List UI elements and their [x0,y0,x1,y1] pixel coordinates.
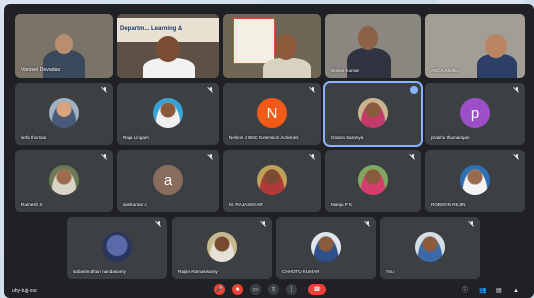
info-icon[interactable]: ⓘ [462,285,468,294]
more-options-icon[interactable]: ⋮ [286,284,297,295]
participant-tile[interactable]: Manju P K [325,150,421,212]
participant-name: Nelson J BNC Extension Activities [229,135,299,140]
participant-name: You [386,269,394,274]
activities-icon[interactable]: ▲ [513,288,519,294]
mic-off-icon[interactable]: 🎤 [214,284,225,295]
mic-muted-icon [514,154,520,160]
mic-muted-icon [310,87,316,93]
video-tile-varuvel[interactable]: Varuvel Devadas [15,14,113,78]
participant-name: Manju P K [331,202,353,207]
end-call-button[interactable]: ☎ [308,284,326,295]
captions-icon[interactable]: ▭ [250,284,261,295]
avatar: p [460,98,490,128]
avatar [415,232,445,262]
participant-tile-selected[interactable]: Gnana Saranya [323,81,423,147]
participant-body [347,48,391,78]
present-icon[interactable]: ⇧ [268,284,279,295]
more-options-icon[interactable] [410,86,418,94]
participant-tile[interactable]: sirfa thomas [15,83,113,145]
avatar [311,232,341,262]
participant-tile[interactable]: sabarimuthan nandasamy [67,217,167,279]
participant-name: ROBSON REJIN [431,202,466,207]
backdrop-banner [233,18,275,64]
avatar [49,98,79,128]
participant-name: sabarimuthan nandasamy [73,269,126,274]
mic-muted-icon [310,154,316,160]
participant-tile-self[interactable]: You [380,217,480,279]
avatar [358,98,388,128]
participant-tile[interactable]: M. RAJASEKAR [223,150,321,212]
participant-tile[interactable]: p prabhu thumarajan [425,83,525,145]
avatar [102,232,132,262]
video-tile-sohan[interactable]: Sohan Kumar [325,14,421,78]
participant-tile[interactable]: ROBSON REJIN [425,150,525,212]
avatar: N [257,98,287,128]
mic-muted-icon [156,221,162,227]
meeting-code: uhy-tujj-our [12,288,38,294]
camera-off-icon[interactable]: ■ [232,284,243,295]
participant-head [358,26,378,50]
meet-window: Varuvel Devadas Departm... Learning & So… [4,4,534,298]
video-tile-3[interactable] [223,14,321,78]
participant-head [156,36,180,62]
mic-muted-icon [208,87,214,93]
participant-name: ASCA Sridhu [431,68,458,73]
avatar [49,165,79,195]
participant-name: Varuvel Devadas [21,67,61,73]
participant-head [55,34,73,54]
participant-tile[interactable]: N Nelson J BNC Extension Activities [223,83,321,145]
participant-tile[interactable]: Raja Lingam [117,83,219,145]
mic-muted-icon [469,221,475,227]
avatar: a [153,165,183,195]
participant-name: sankumar c [123,202,147,207]
participant-name: sirfa thomas [21,135,47,140]
participant-name: Ramesh S [21,202,43,207]
mic-muted-icon [208,154,214,160]
participant-name: prabhu thumarajan [431,135,470,140]
participant-name: CHHOTU KUMAR [282,269,320,274]
mic-muted-icon [261,221,267,227]
people-icon[interactable]: 👥 [479,287,486,294]
participant-head [485,34,507,58]
participant-tile[interactable]: Ramesh S [15,150,113,212]
mic-muted-icon [410,154,416,160]
mic-muted-icon [102,154,108,160]
avatar [153,98,183,128]
participant-name: Sohan Kumar [331,68,360,73]
participant-name: Raja Lingam [123,135,149,140]
mic-muted-icon [365,221,371,227]
avatar [358,165,388,195]
avatar [257,165,287,195]
avatar [460,165,490,195]
participant-tile[interactable]: a sankumar c [117,150,219,212]
video-tile-2[interactable]: Departm... Learning & [117,14,219,78]
participant-name: Gnana Saranya [331,135,364,140]
participant-name: Rajan Ramaswamy [178,269,218,274]
mic-muted-icon [514,87,520,93]
participant-tile[interactable]: Rajan Ramaswamy [172,217,272,279]
participant-name: M. RAJASEKAR [229,202,263,207]
mic-muted-icon [102,87,108,93]
banner-text: Departm... Learning & [120,26,183,32]
video-tile-asca[interactable]: ASCA Sridhu [425,14,525,78]
chat-icon[interactable]: ▤ [496,287,502,294]
participant-head [275,34,297,60]
avatar [207,232,237,262]
participant-tile[interactable]: CHHOTU KUMAR [276,217,376,279]
participant-body [43,50,85,78]
participant-body [263,58,311,78]
